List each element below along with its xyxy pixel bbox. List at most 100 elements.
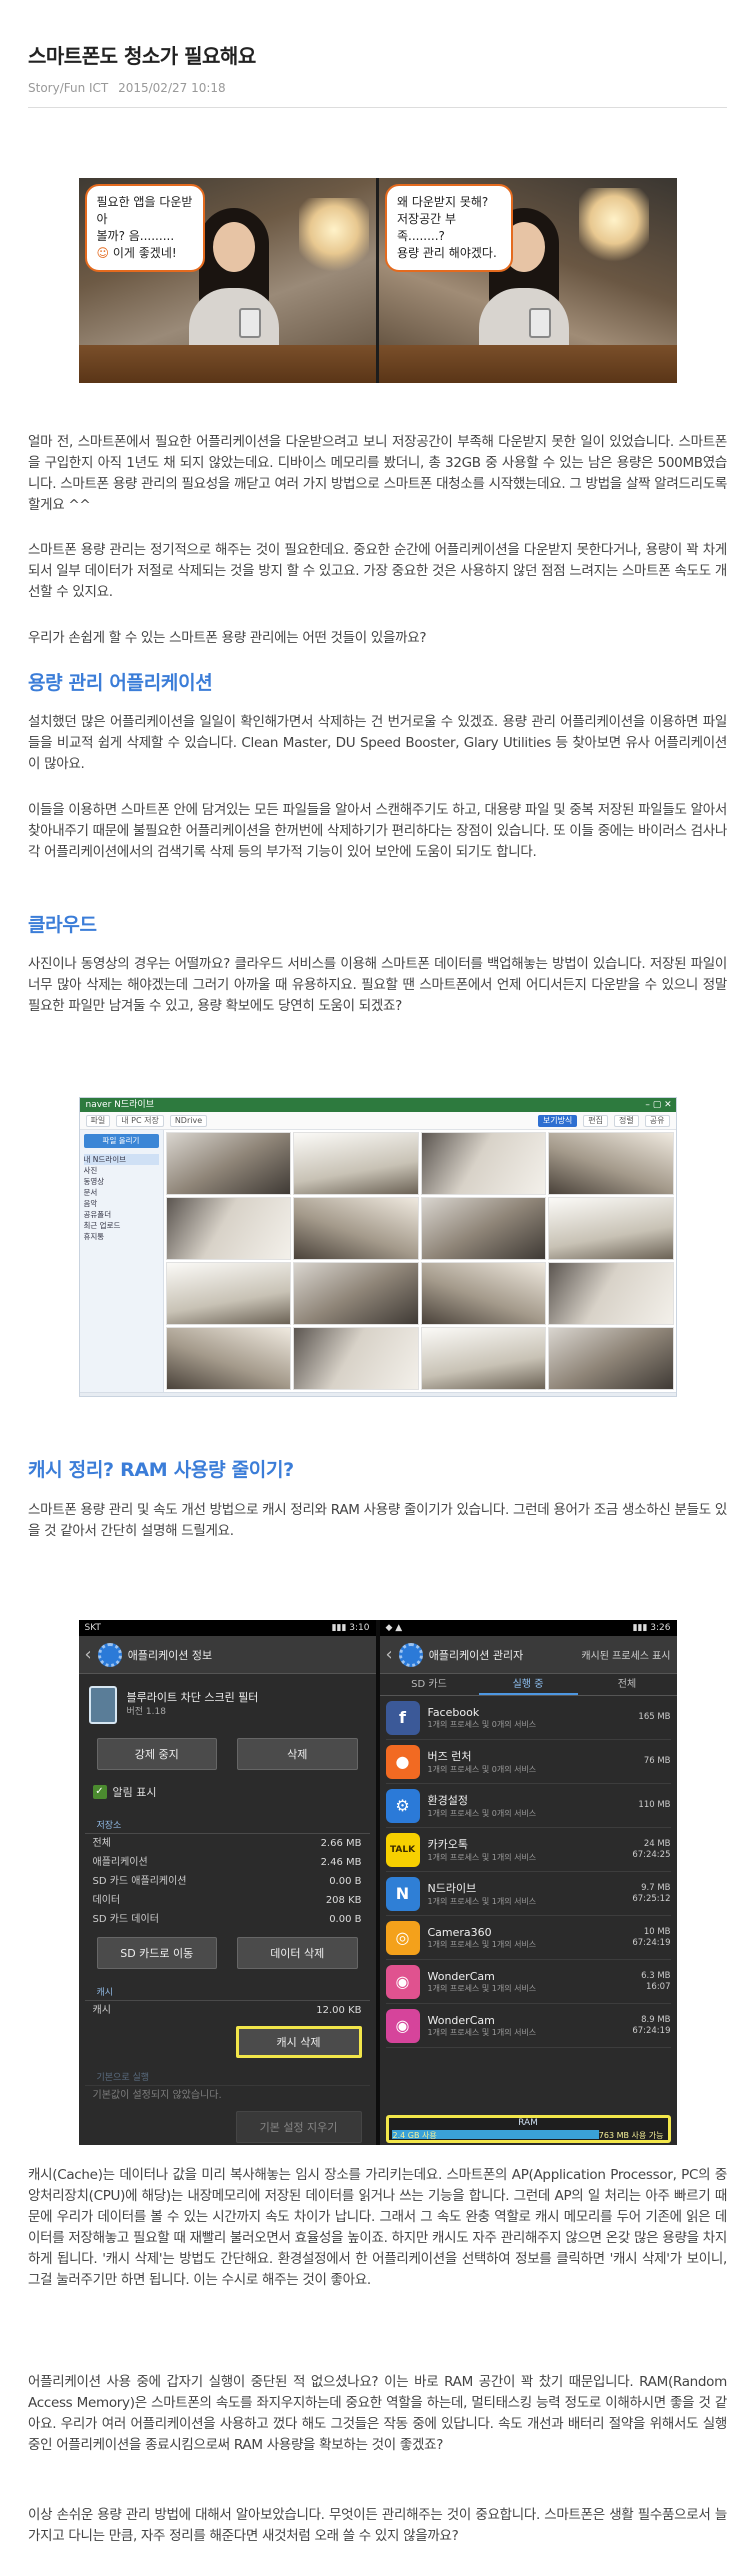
running-app-item[interactable]: TALK 카카오톡 1개의 프로세스 및 1개의 서비스 24 MB 67:24:25 (385, 1828, 671, 1872)
running-app-item[interactable]: f Facebook 1개의 프로세스 및 0개의 서비스 165 MB (385, 1696, 671, 1740)
ram-usage-bar: RAM 2.4 GB 사용 763 MB 사용 가능 (385, 2115, 671, 2143)
app-name: N드라이브 (427, 1882, 477, 1895)
app-process-info: 1개의 프로세스 및 1개의 서비스 (427, 1853, 537, 1862)
app-process-info: 1개의 프로세스 및 1개의 서비스 (427, 1939, 537, 1949)
app-memory-size: 24 MB (643, 1838, 671, 1849)
notification-checkbox[interactable]: ✓ 알림 표시 (79, 1772, 376, 1812)
force-stop-button[interactable]: 강제 중지 (96, 1738, 217, 1770)
app-bar: ‹ 애플리케이션 관리자 캐시된 프로세스 표시 (379, 1636, 677, 1674)
sidebar-item[interactable]: 휴지통 (84, 1231, 159, 1242)
ndrive-title-bar: naver N드라이브 – ▢ ✕ (79, 1098, 676, 1112)
heading-capacity-apps: 용량 관리 어플리케이션 (28, 672, 213, 694)
sidebar-item[interactable]: 문서 (84, 1187, 159, 1198)
photo-thumbnail[interactable] (420, 1262, 546, 1325)
toolbar-edit[interactable]: 편집 (583, 1114, 609, 1127)
app-icon: N (385, 1876, 420, 1911)
sidebar-item[interactable]: 동영상 (84, 1176, 159, 1187)
app-running-time: 67:24:25 (632, 1849, 671, 1860)
tab-sd-card[interactable]: SD 카드 (380, 1674, 479, 1695)
clear-defaults-button[interactable]: 기본 설정 지우기 (235, 2111, 362, 2143)
toolbar-view-mode[interactable]: 보기방식 (537, 1114, 578, 1127)
app-icon: ◉ (385, 1964, 420, 1999)
app-memory-size: 6.3 MB (641, 1970, 671, 1981)
post-meta: Story/Fun ICT 2015/02/27 10:18 (28, 81, 727, 95)
paragraph-why-manage: 스마트폰 용량 관리는 정기적으로 해주는 것이 필요한데요. 중요한 순간에 … (28, 542, 727, 600)
clear-data-button[interactable]: 데이터 삭제 (237, 1937, 358, 1969)
app-manager-tabs: SD 카드 실행 중 전체 (379, 1674, 677, 1696)
header-divider (28, 107, 727, 108)
uninstall-button[interactable]: 삭제 (237, 1738, 358, 1770)
android-screenshots: SKT ▮▮▮ 3:10 ‹ 애플리케이션 정보 블루라이트 차단 스크린 필터… (78, 1620, 677, 2145)
running-app-item[interactable]: ◉ WonderCam 1개의 프로세스 및 1개의 서비스 6.3 MB 16:07 (385, 1960, 671, 2004)
toolbar-pc-save[interactable]: 내 PC 저장 (116, 1114, 164, 1127)
ndrive-status-bar (79, 1392, 676, 1396)
toolbar-sort[interactable]: 정렬 (614, 1114, 639, 1127)
toolbar-ndrive[interactable]: NDrive (169, 1114, 208, 1127)
tab-running[interactable]: 실행 중 (478, 1674, 578, 1695)
back-icon[interactable]: ‹ (386, 1644, 393, 1665)
running-app-item[interactable]: ◉ WonderCam 1개의 프로세스 및 1개의 서비스 8.9 MB 67:24:… (385, 2004, 671, 2048)
back-icon[interactable]: ‹ (85, 1644, 92, 1665)
app-icon (88, 1686, 117, 1724)
app-process-info: 1개의 프로세스 및 0개의 서비스 (427, 1719, 537, 1729)
storage-row-value: 208 KB (325, 1895, 362, 1906)
app-memory-size: 76 MB (643, 1756, 671, 1766)
photo-thumbnail[interactable] (165, 1197, 291, 1260)
upload-button[interactable]: 파일 올리기 (83, 1134, 159, 1148)
photo-thumbnail[interactable] (293, 1197, 419, 1260)
clear-cache-button[interactable]: 캐시 삭제 (235, 2026, 362, 2058)
show-cached-processes-button[interactable]: 캐시된 프로세스 표시 (581, 1647, 670, 1662)
app-name: 버즈 런처 (427, 1750, 472, 1763)
app-info-screen: SKT ▮▮▮ 3:10 ‹ 애플리케이션 정보 블루라이트 차단 스크린 필터… (78, 1620, 376, 2145)
photo-thumbnail[interactable] (165, 1132, 291, 1195)
photo-thumbnail[interactable] (420, 1327, 546, 1390)
photo-thumbnail-grid (163, 1130, 676, 1392)
settings-gear-icon (398, 1642, 423, 1667)
ndrive-title: naver N드라이브 (85, 1100, 155, 1110)
photo-thumbnail[interactable] (165, 1327, 291, 1390)
sidebar-item[interactable]: 사진 (84, 1165, 159, 1176)
app-name: 카카오톡 (427, 1838, 468, 1851)
tab-all[interactable]: 전체 (578, 1674, 677, 1695)
running-app-item[interactable]: ◎ Camera360 1개의 프로세스 및 1개의 서비스 10 MB 67:24:1… (385, 1916, 671, 1960)
window-controls-icon[interactable]: – ▢ ✕ (642, 1098, 676, 1112)
storage-row: SD 카드 데이터 0.00 B (79, 1910, 376, 1929)
ndrive-sidebar: 파일 올리기 내 N드라이브 사진 동영상 문서 음악 공유폴더 최근 업로드 … (79, 1130, 164, 1392)
running-app-item[interactable]: N N드라이브 1개의 프로세스 및 1개의 서비스 9.7 MB 67:25:12 (385, 1872, 671, 1916)
app-memory-size: 110 MB (638, 1800, 671, 1810)
sidebar-item[interactable]: 내 N드라이브 (83, 1154, 159, 1165)
ndrive-toolbar: 파일 내 PC 저장 NDrive 보기방식 편집 정렬 공유 (79, 1112, 676, 1130)
app-running-time: 67:24:19 (632, 1937, 671, 1948)
photo-thumbnail[interactable] (165, 1262, 291, 1325)
photo-thumbnail[interactable] (548, 1262, 674, 1325)
app-process-info: 1개의 프로세스 및 0개의 서비스 (427, 1809, 537, 1818)
app-name: WonderCam (427, 1969, 495, 1983)
toolbar-file[interactable]: 파일 (85, 1114, 111, 1127)
sidebar-item[interactable]: 최근 업로드 (84, 1220, 159, 1231)
photo-thumbnail[interactable] (548, 1327, 674, 1390)
post-category-link[interactable]: Story/Fun ICT (28, 81, 108, 95)
screen-title: 애플리케이션 정보 (127, 1648, 213, 1662)
photo-thumbnail[interactable] (420, 1132, 546, 1195)
sidebar-item[interactable]: 공유폴더 (84, 1209, 159, 1220)
app-manager-screen: ◆ ▲ ▮▮▮ 3:26 ‹ 애플리케이션 관리자 캐시된 프로세스 표시 SD… (379, 1620, 677, 2145)
check-icon: ✓ (92, 1785, 107, 1799)
photo-thumbnail[interactable] (293, 1262, 419, 1325)
app-running-time: 67:24:19 (632, 2025, 671, 2036)
app-name: 환경설정 (427, 1794, 468, 1807)
photo-thumbnail[interactable] (293, 1132, 419, 1195)
photo-thumbnail[interactable] (293, 1327, 419, 1390)
ram-label: RAM (518, 2118, 538, 2128)
sidebar-item[interactable]: 음악 (84, 1198, 159, 1209)
photo-thumbnail[interactable] (420, 1197, 546, 1260)
toolbar-share[interactable]: 공유 (644, 1114, 670, 1127)
storage-row-key: 전체 (92, 1838, 111, 1849)
photo-thumbnail[interactable] (548, 1197, 674, 1260)
app-icon: ◎ (385, 1920, 420, 1955)
move-to-sd-button[interactable]: SD 카드로 이동 (96, 1937, 217, 1969)
paragraph-question: 우리가 손쉽게 할 수 있는 스마트폰 용량 관리에는 어떤 것들이 있을까요? (28, 630, 427, 646)
running-app-item[interactable]: ● 버즈 런처 1개의 프로세스 및 0개의 서비스 76 MB (385, 1740, 671, 1784)
photo-thumbnail[interactable] (548, 1132, 674, 1195)
storage-row-key: SD 카드 데이터 (92, 1914, 159, 1925)
running-app-item[interactable]: ⚙ 환경설정 1개의 프로세스 및 0개의 서비스 110 MB (385, 1784, 671, 1828)
